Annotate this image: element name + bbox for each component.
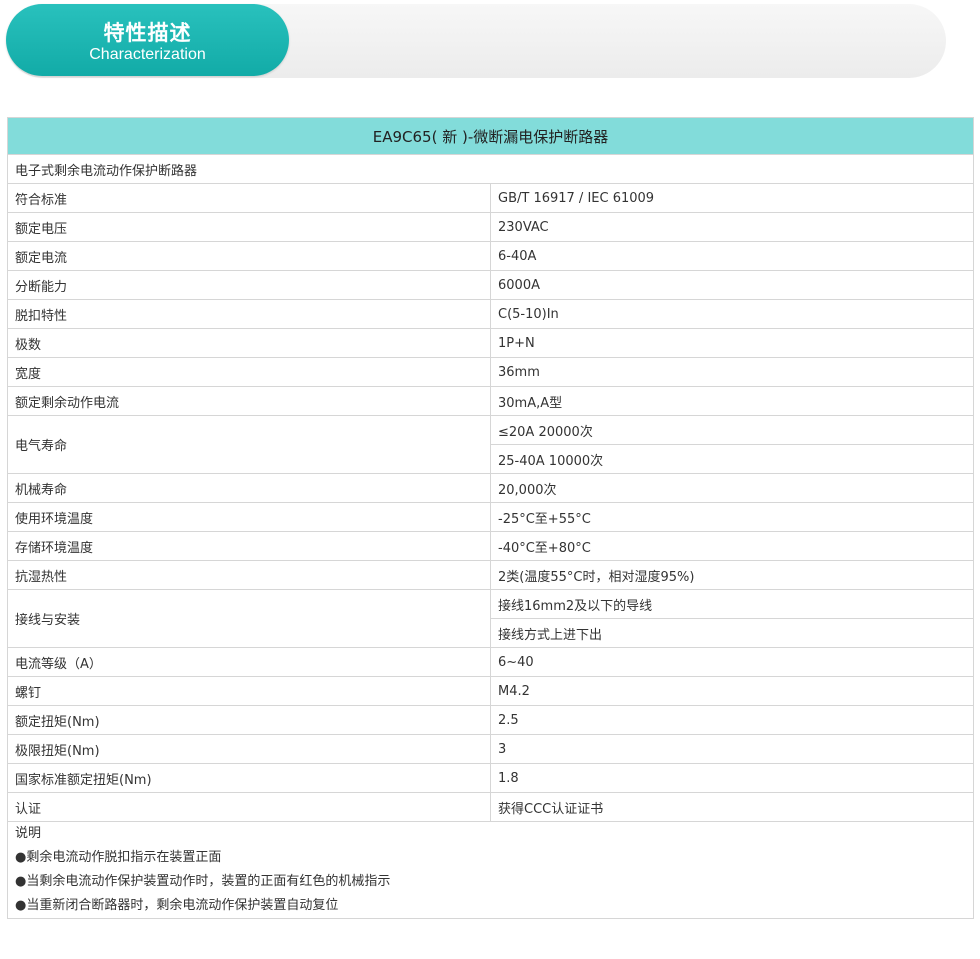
table-row: 额定扭矩(Nm) 2.5 [7, 705, 974, 735]
spec-table: EA9C65( 新 )-微断漏电保护断路器 电子式剩余电流动作保护断路器 符合标… [7, 117, 974, 919]
spec-value: C(5-10)In [490, 299, 974, 329]
table-row: 宽度 36mm [7, 357, 974, 387]
table-row: 存储环境温度 -40°C至+80°C [7, 531, 974, 561]
spec-value: GB/T 16917 / IEC 61009 [490, 183, 974, 213]
table-row: 额定剩余动作电流 30mA,A型 [7, 386, 974, 416]
spec-label: 接线与安装 [7, 589, 491, 648]
spec-label: 机械寿命 [7, 473, 491, 503]
section-title-cn: 特性描述 [103, 21, 192, 45]
table-row: 机械寿命 20,000次 [7, 473, 974, 503]
table-row: 接线与安装 接线16mm2及以下的导线 [7, 589, 974, 648]
spec-value: 6~40 [490, 647, 974, 677]
spec-label: 抗湿热性 [7, 560, 491, 590]
spec-label: 额定剩余动作电流 [7, 386, 491, 416]
table-row: 电流等级（A） 6~40 [7, 647, 974, 677]
spec-value: 接线方式上进下出 [490, 618, 974, 648]
spec-value: ≤20A 20000次 [490, 415, 974, 445]
spec-label: 螺钉 [7, 676, 491, 706]
spec-value: 1.8 [490, 763, 974, 793]
note-item: ●剩余电流动作脱扣指示在装置正面 [15, 850, 222, 865]
table-row: 电气寿命 ≤20A 20000次 [7, 415, 974, 474]
note-item: ●当剩余电流动作保护装置动作时，装置的正面有红色的机械指示 [15, 874, 391, 889]
section-title-en: Characterization [89, 46, 206, 63]
note-item: ●当重新闭合断路器时，剩余电流动作保护装置自动复位 [15, 898, 339, 913]
table-row: 脱扣特性 C(5-10)In [7, 299, 974, 329]
spec-label: 脱扣特性 [7, 299, 491, 329]
spec-label: 电气寿命 [7, 415, 491, 474]
spec-label: 国家标准额定扭矩(Nm) [7, 763, 491, 793]
table-row: 极数 1P+N [7, 328, 974, 358]
spec-label: 认证 [7, 792, 491, 822]
spec-label: 电流等级（A） [7, 647, 491, 677]
spec-label: 极限扭矩(Nm) [7, 734, 491, 764]
spec-label: 额定电流 [7, 241, 491, 271]
spec-label: 额定电压 [7, 212, 491, 242]
table-row: 符合标准 GB/T 16917 / IEC 61009 [7, 183, 974, 213]
spec-label: 极数 [7, 328, 491, 358]
spec-label: 存储环境温度 [7, 531, 491, 561]
spec-value: 20,000次 [490, 473, 974, 503]
table-row: 国家标准额定扭矩(Nm) 1.8 [7, 763, 974, 793]
table-subtitle-row: 电子式剩余电流动作保护断路器 [7, 154, 974, 184]
spec-value: 2类(温度55°C时，相对湿度95%) [490, 560, 974, 590]
spec-label: 额定扭矩(Nm) [7, 705, 491, 735]
table-row: 抗湿热性 2类(温度55°C时，相对湿度95%) [7, 560, 974, 590]
table-row: 额定电流 6-40A [7, 241, 974, 271]
spec-value: 接线16mm2及以下的导线 [490, 589, 974, 619]
table-row: 螺钉 M4.2 [7, 676, 974, 706]
spec-table-body: 电子式剩余电流动作保护断路器 符合标准 GB/T 16917 / IEC 6100… [7, 154, 974, 919]
spec-label: 使用环境温度 [7, 502, 491, 532]
spec-label: 分断能力 [7, 270, 491, 300]
spec-value: -40°C至+80°C [490, 531, 974, 561]
section-header: 特性描述 Characterization [6, 4, 289, 76]
spec-value: 25-40A 10000次 [490, 444, 974, 474]
spec-value: 1P+N [490, 328, 974, 358]
table-row: 使用环境温度 -25°C至+55°C [7, 502, 974, 532]
notes-row: 说明 ●剩余电流动作脱扣指示在装置正面 ●当剩余电流动作保护装置动作时，装置的正面有… [7, 821, 974, 919]
spec-value: 3 [490, 734, 974, 764]
notes: 说明 ●剩余电流动作脱扣指示在装置正面 ●当剩余电流动作保护装置动作时，装置的正面有… [7, 821, 974, 919]
table-row: 分断能力 6000A [7, 270, 974, 300]
spec-value: 获得CCC认证证书 [490, 792, 974, 822]
table-row: 认证 获得CCC认证证书 [7, 792, 974, 822]
spec-value: M4.2 [490, 676, 974, 706]
table-subtitle: 电子式剩余电流动作保护断路器 [7, 154, 974, 184]
spec-value: -25°C至+55°C [490, 502, 974, 532]
table-title-row: EA9C65( 新 )-微断漏电保护断路器 [7, 117, 974, 155]
spec-label: 符合标准 [7, 183, 491, 213]
spec-value: 36mm [490, 357, 974, 387]
notes-heading: 说明 [15, 826, 42, 841]
table-row: 额定电压 230VAC [7, 212, 974, 242]
spec-value: 230VAC [490, 212, 974, 242]
spec-value: 2.5 [490, 705, 974, 735]
table-row: 极限扭矩(Nm) 3 [7, 734, 974, 764]
spec-label: 宽度 [7, 357, 491, 387]
spec-value: 6-40A [490, 241, 974, 271]
table-title: EA9C65( 新 )-微断漏电保护断路器 [7, 117, 974, 155]
spec-value: 30mA,A型 [490, 386, 974, 416]
spec-value: 6000A [490, 270, 974, 300]
